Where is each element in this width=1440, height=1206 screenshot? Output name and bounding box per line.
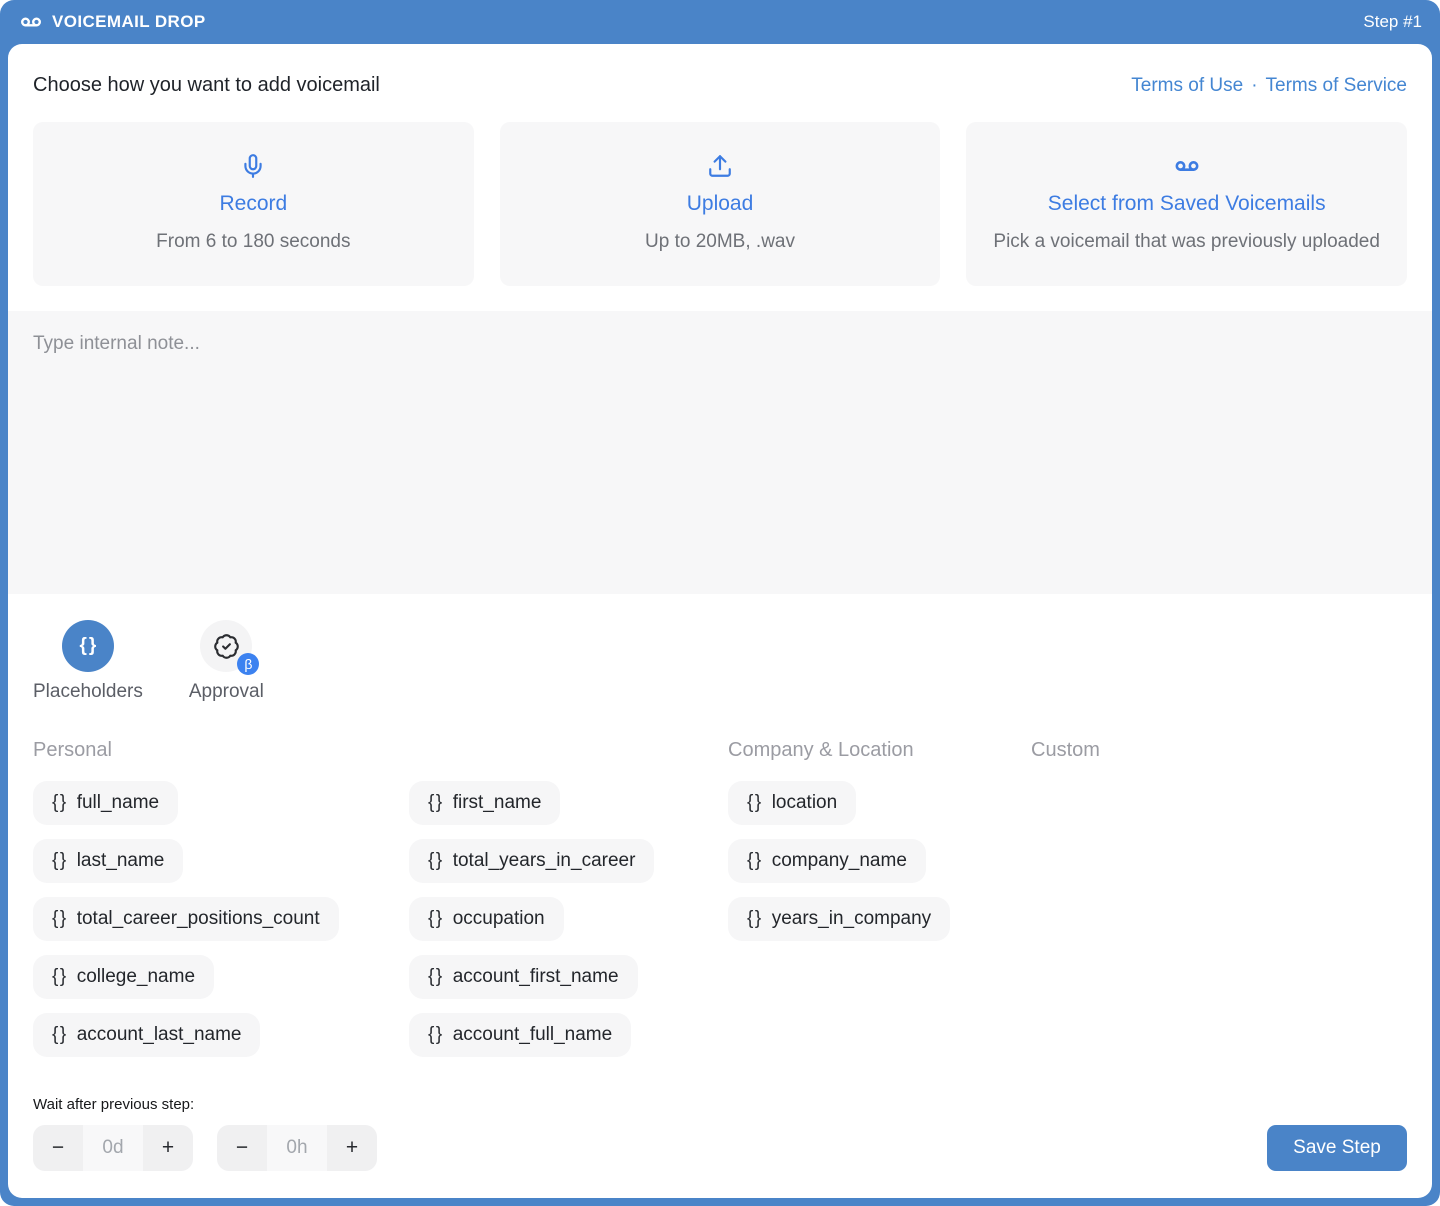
placeholder-section-title: Custom [1031, 739, 1407, 762]
approval-button-label: Approval [189, 681, 264, 703]
braces-icon: {} [52, 850, 68, 872]
days-decrement-button[interactable]: − [33, 1125, 83, 1171]
record-option-description: From 6 to 180 seconds [156, 229, 350, 255]
upload-option-description: Up to 20MB, .wav [645, 229, 795, 255]
voicemail-source-options: Record From 6 to 180 seconds Upload Up t… [8, 97, 1432, 286]
placeholder-chip[interactable]: {} account_first_name [409, 955, 638, 999]
placeholder-chip[interactable]: {} total_years_in_career [409, 839, 654, 883]
placeholder-chip[interactable]: {} company_name [728, 839, 926, 883]
terms-of-service-link[interactable]: Terms of Service [1266, 75, 1407, 97]
braces-icon: {} [747, 792, 763, 814]
record-option-label: Record [219, 192, 287, 216]
braces-icon: {} [747, 850, 763, 872]
note-toolbar: {} Placeholders β Approval [8, 594, 1432, 703]
braces-icon: {} [428, 850, 444, 872]
upload-option-label: Upload [687, 192, 754, 216]
voicemail-drop-step-card: VOICEMAIL DROP Step #1 Choose how you wa… [0, 0, 1440, 1206]
braces-icon: {} [747, 908, 763, 930]
hours-value: 0h [267, 1125, 327, 1171]
wait-after-step-label: Wait after previous step: [8, 1057, 1432, 1113]
placeholder-chip[interactable]: {} years_in_company [728, 897, 950, 941]
placeholder-chip[interactable]: {} account_last_name [33, 1013, 260, 1057]
placeholder-chip[interactable]: {} total_career_positions_count [33, 897, 339, 941]
step-panel: Choose how you want to add voicemail Ter… [8, 44, 1432, 1198]
wait-hours-stepper: − 0h + [217, 1125, 377, 1171]
voicemail-icon [1172, 153, 1202, 179]
placeholder-section-personal: Personal {} full_name {} last_name {} to… [33, 739, 728, 1057]
hours-decrement-button[interactable]: − [217, 1125, 267, 1171]
wait-steppers: − 0d + − 0h + [33, 1125, 377, 1171]
placeholders-button-label: Placeholders [33, 681, 143, 703]
record-option-card[interactable]: Record From 6 to 180 seconds [33, 122, 474, 286]
placeholder-section-company: Company & Location {} location {} compan… [728, 739, 1031, 1057]
placeholder-sections: Personal {} full_name {} last_name {} to… [8, 703, 1432, 1057]
braces-icon: {} [428, 792, 444, 814]
page-title: Choose how you want to add voicemail [33, 74, 380, 97]
braces-icon: {} [52, 966, 68, 988]
saved-voicemails-option-card[interactable]: Select from Saved Voicemails Pick a voic… [966, 122, 1407, 286]
days-increment-button[interactable]: + [143, 1125, 193, 1171]
voicemail-icon [20, 11, 42, 33]
step-title: VOICEMAIL DROP [52, 12, 206, 32]
braces-icon: {} [428, 908, 444, 930]
terms-of-use-link[interactable]: Terms of Use [1131, 75, 1243, 97]
step-header: VOICEMAIL DROP Step #1 [0, 0, 1440, 44]
placeholder-chip[interactable]: {} college_name [33, 955, 214, 999]
placeholder-chip[interactable]: {} location [728, 781, 856, 825]
braces-icon: {} [80, 635, 99, 657]
saved-voicemails-option-description: Pick a voicemail that was previously upl… [993, 229, 1380, 255]
braces-icon: {} [52, 1024, 68, 1046]
hours-increment-button[interactable]: + [327, 1125, 377, 1171]
upload-icon [707, 153, 733, 179]
upload-option-card[interactable]: Upload Up to 20MB, .wav [500, 122, 941, 286]
placeholder-chip[interactable]: {} last_name [33, 839, 183, 883]
placeholders-button[interactable]: {} Placeholders [33, 620, 143, 703]
approval-button[interactable]: β Approval [189, 620, 264, 703]
placeholder-section-custom: Custom [1031, 739, 1407, 1057]
beta-badge: β [237, 653, 259, 675]
saved-voicemails-option-label: Select from Saved Voicemails [1048, 192, 1326, 216]
internal-note-input[interactable] [8, 311, 1432, 594]
days-value: 0d [83, 1125, 143, 1171]
braces-icon: {} [52, 908, 68, 930]
terms-separator: · [1251, 75, 1257, 97]
terms-links: Terms of Use · Terms of Service [1131, 75, 1407, 97]
wait-days-stepper: − 0d + [33, 1125, 193, 1171]
step-number: Step #1 [1363, 12, 1422, 32]
save-step-button[interactable]: Save Step [1267, 1125, 1407, 1171]
badge-check-icon [213, 633, 240, 660]
microphone-icon [240, 153, 266, 179]
braces-icon: {} [428, 1024, 444, 1046]
braces-icon: {} [428, 966, 444, 988]
placeholder-chip[interactable]: {} account_full_name [409, 1013, 631, 1057]
placeholder-section-title: Personal [33, 739, 728, 762]
braces-icon: {} [52, 792, 68, 814]
placeholder-chip[interactable]: {} occupation [409, 897, 564, 941]
placeholder-chip[interactable]: {} first_name [409, 781, 560, 825]
placeholder-section-title: Company & Location [728, 739, 1031, 762]
placeholder-chip[interactable]: {} full_name [33, 781, 178, 825]
